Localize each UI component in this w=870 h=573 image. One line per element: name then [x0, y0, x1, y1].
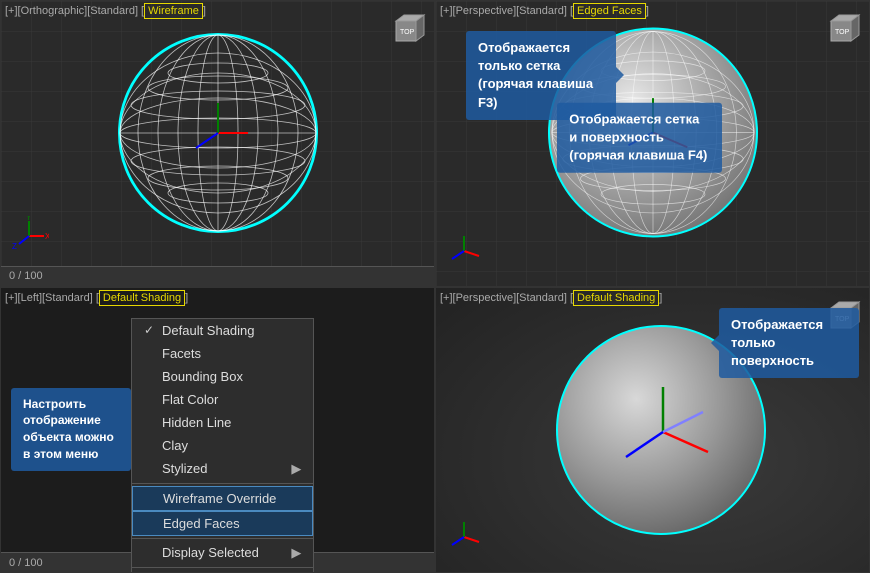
menu-item-edged-faces[interactable]: Edged Faces [132, 511, 313, 536]
callout-bottom-right: Отображается только поверхность [719, 308, 859, 379]
pagination-bl: 0 / 100 [9, 557, 43, 569]
viewport-info-bl: [+][Left][Standard] [5, 292, 93, 304]
menu-item-bounding-box[interactable]: Bounding Box [132, 365, 313, 388]
menu-label: Stylized [162, 461, 208, 476]
menu-separator [132, 483, 313, 484]
viewport-header-bl[interactable]: [+][Left][Standard] [Default Shading] [5, 292, 188, 304]
menu-label: Default Shading [162, 323, 255, 338]
viewport-bottom-right[interactable]: [+][Perspective][Standard] [Default Shad… [435, 287, 870, 573]
svg-text:Y: Y [26, 216, 32, 222]
viewport-mode-br[interactable]: Default Shading [573, 290, 659, 306]
menu-checkmark: ✓ [144, 323, 156, 337]
viewport-info-tl: [+][Orthographic][Standard] [5, 5, 138, 17]
wireframe-sphere-container [118, 33, 318, 233]
menu-item-viewport-background[interactable]: Viewport Background▶ [132, 570, 313, 573]
menu-separator [132, 567, 313, 568]
viewport-header-br[interactable]: [+][Perspective][Standard] [Default Shad… [440, 292, 662, 304]
menu-label: Clay [162, 438, 188, 453]
menu-item-clay[interactable]: Clay [132, 434, 313, 457]
viewport-info-tr: [+][Perspective][Standard] [440, 5, 567, 17]
orient-cube-tl[interactable]: TOP [388, 7, 428, 47]
submenu-arrow-icon: ▶ [291, 545, 301, 561]
viewport-top-left[interactable]: [+][Orthographic][Standard] [Wireframe] … [0, 0, 435, 287]
callout-middle-text: Отображается сетка и поверхность (горяча… [569, 111, 707, 162]
menu-item-wireframe-override[interactable]: Wireframe Override [132, 486, 313, 511]
menu-label: Bounding Box [162, 369, 243, 384]
callout-bottom-left: Настроить отображение объекта можно в эт… [11, 388, 131, 471]
menu-item-stylized[interactable]: Stylized ▶ [132, 457, 313, 481]
axes-tl: X Y Z [9, 216, 49, 261]
callout-top-text: Отображается только сетка (горячая клави… [478, 40, 593, 110]
menu-label: Hidden Line [162, 415, 231, 430]
menu-label: Wireframe Override [163, 491, 276, 506]
viewport-header-tl[interactable]: [+][Orthographic][Standard] [Wireframe] [5, 5, 206, 17]
pagination-tl: 0 / 100 [9, 270, 43, 282]
viewport-top-right[interactable]: [+][Perspective][Standard] [Edged Faces] [435, 0, 870, 287]
menu-separator [132, 538, 313, 539]
axes-br [444, 517, 484, 562]
orient-cube-svg-tl: TOP [388, 7, 428, 47]
context-menu[interactable]: ✓ Default Shading Facets Bounding Box Fla… [131, 318, 314, 573]
orient-cube-svg-tr: TOP [823, 7, 863, 47]
viewport-header-tr[interactable]: [+][Perspective][Standard] [Edged Faces] [440, 5, 649, 17]
menu-label: Display Selected [162, 545, 259, 560]
callout-bl-text: Настроить отображение объекта можно в эт… [23, 397, 114, 461]
callout-br-text: Отображается только поверхность [731, 317, 823, 368]
submenu-arrow-icon: ▶ [291, 461, 301, 477]
viewport-info-br: [+][Perspective][Standard] [440, 292, 567, 304]
menu-item-flat-color[interactable]: Flat Color [132, 388, 313, 411]
menu-item-display-selected[interactable]: Display Selected ▶ [132, 541, 313, 565]
svg-text:TOP: TOP [400, 29, 415, 36]
viewport-bottom-left[interactable]: [+][Left][Standard] [Default Shading] На… [0, 287, 435, 573]
orient-cube-tr[interactable]: TOP [823, 7, 863, 47]
viewport-mode-bl[interactable]: Default Shading [99, 290, 185, 306]
axes-tr [444, 231, 484, 276]
menu-label: Flat Color [162, 392, 218, 407]
svg-text:TOP: TOP [835, 29, 850, 36]
viewport-mode-tl[interactable]: Wireframe [144, 3, 203, 19]
menu-item-default-shading[interactable]: ✓ Default Shading [132, 319, 313, 342]
wireframe-svg [118, 33, 318, 233]
wireframe-sphere [118, 33, 318, 233]
menu-item-hidden-line[interactable]: Hidden Line [132, 411, 313, 434]
svg-text:X: X [45, 232, 49, 241]
bottom-bar-tl: 0 / 100 [1, 266, 434, 286]
menu-label: Facets [162, 346, 201, 361]
menu-label: Edged Faces [163, 516, 240, 531]
callout-middle: Отображается сетка и поверхность (горяча… [557, 102, 722, 173]
main-container: [+][Orthographic][Standard] [Wireframe] … [0, 0, 870, 573]
viewport-mode-tr[interactable]: Edged Faces [573, 3, 646, 19]
menu-item-facets[interactable]: Facets [132, 342, 313, 365]
svg-text:Z: Z [12, 242, 17, 251]
